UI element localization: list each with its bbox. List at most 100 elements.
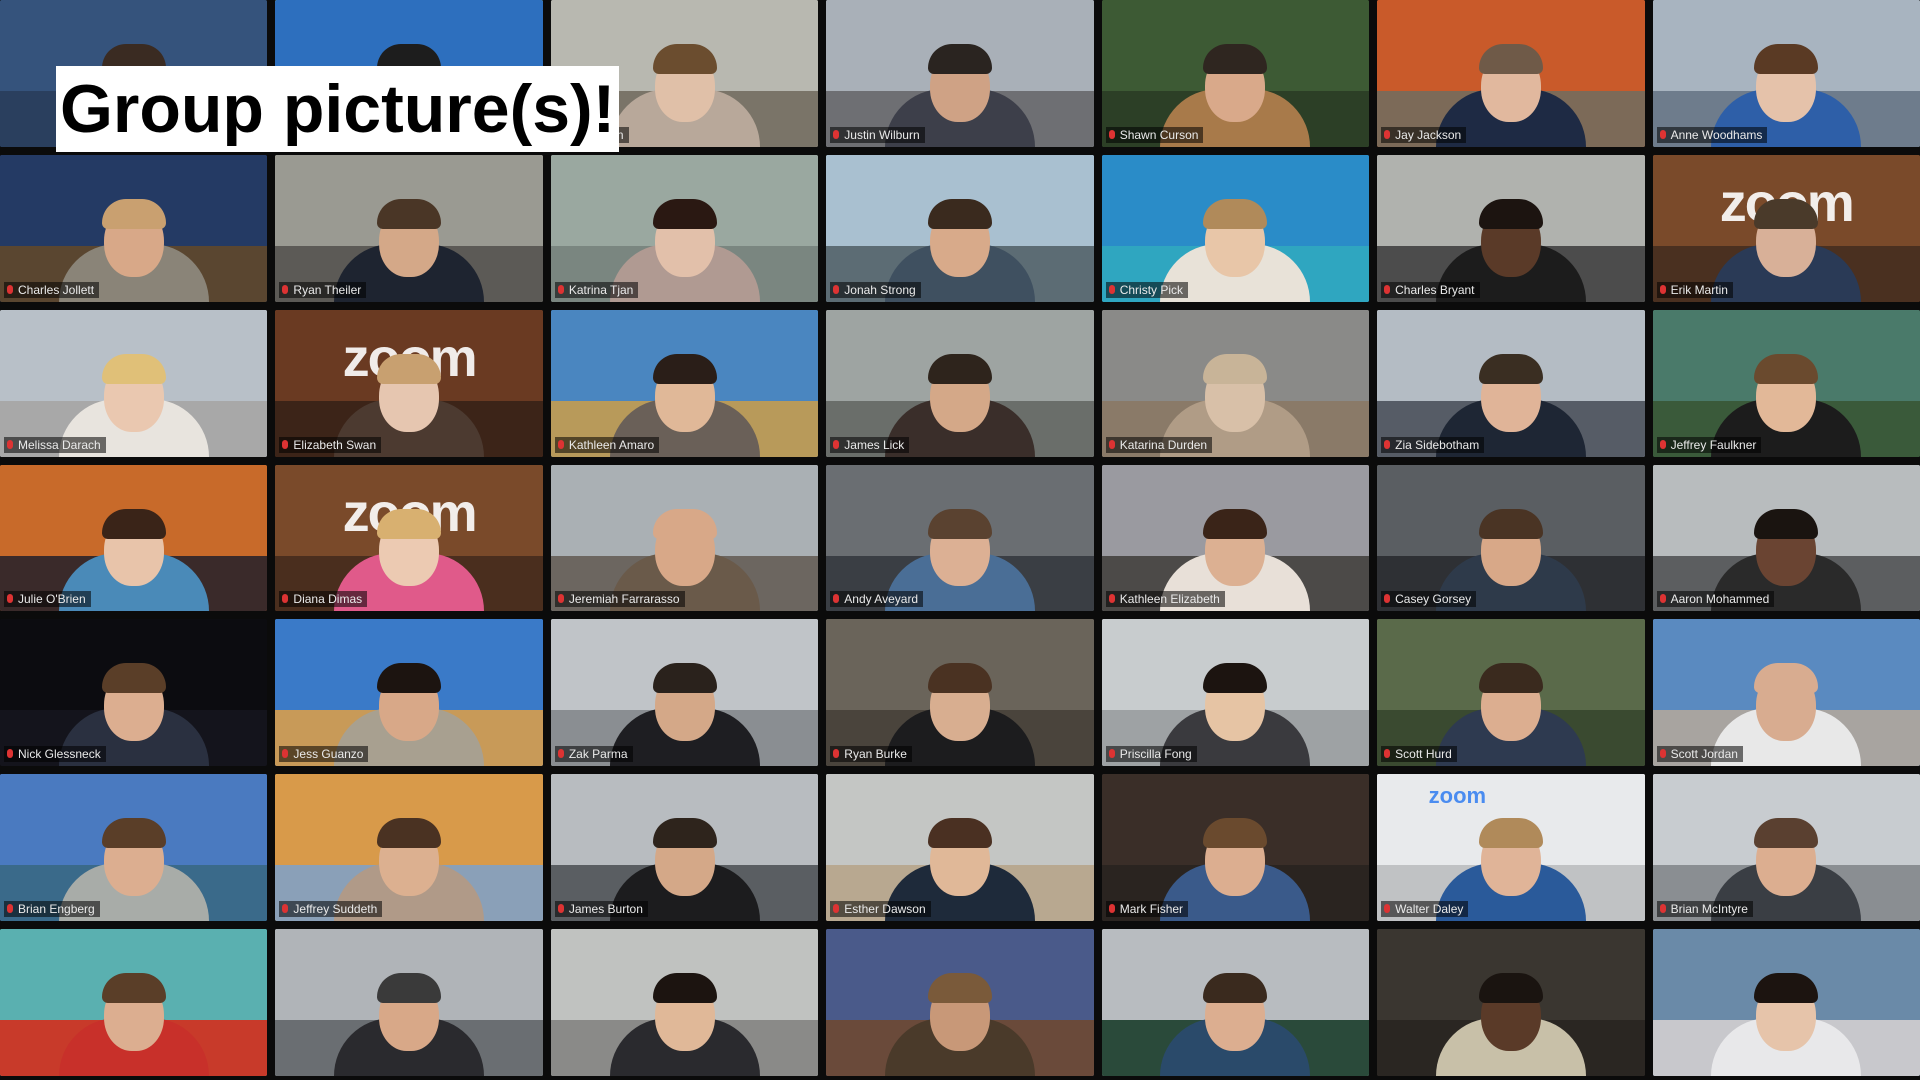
participant-video-tile[interactable]: Zak Parma [550, 619, 819, 767]
muted-mic-icon [833, 904, 840, 914]
participant-video-tile[interactable] [1377, 929, 1645, 1076]
muted-mic-icon [833, 594, 840, 604]
muted-mic-icon [557, 284, 564, 294]
participant-hair [1754, 198, 1819, 229]
participant-name-label: Jay Jackson [1381, 126, 1467, 143]
participant-video-tile[interactable]: Kathleen Elizabeth [1101, 464, 1370, 612]
participant-video-tile[interactable]: James Burton [550, 774, 819, 922]
participant-hair [377, 663, 442, 694]
participant-hair [652, 508, 717, 539]
participant-video-tile[interactable] [0, 929, 268, 1076]
participant-video-tile[interactable]: Ryan Theiler [275, 154, 543, 302]
participant-name-text: Kathleen Elizabeth [1119, 592, 1220, 607]
participant-video-tile[interactable]: Kathleen Amaro [550, 309, 819, 457]
muted-mic-icon [7, 749, 13, 759]
participant-hair [1754, 353, 1819, 384]
participant-video-tile[interactable]: Jay Jackson [1377, 0, 1645, 147]
muted-mic-icon [557, 594, 564, 604]
participant-name-text: Ryan Burke [844, 747, 907, 762]
muted-mic-icon [1108, 904, 1115, 914]
participant-name-label: James Burton [554, 901, 648, 918]
participant-video-tile[interactable]: Andy Aveyard [826, 464, 1094, 612]
participant-name-text: Brian Engberg [18, 902, 95, 917]
participant-video-tile[interactable]: Nick Glessneck [0, 619, 268, 767]
participant-hair [1478, 663, 1543, 694]
participant-hair [377, 198, 442, 229]
participant-hair [1478, 353, 1543, 384]
participant-video-tile[interactable]: Katrina Tjan [550, 154, 819, 302]
participant-video-tile[interactable]: Jess Guanzo [275, 619, 543, 767]
participant-video-tile[interactable]: Ryan Burke [826, 619, 1094, 767]
participant-video-tile[interactable]: Mark Fisher [1101, 774, 1370, 922]
participant-video-tile[interactable]: Zia Sidebotham [1377, 309, 1645, 457]
participant-name-text: Charles Bryant [1395, 282, 1475, 297]
participant-video-tile[interactable]: zoomDiana Dimas [275, 464, 543, 612]
participant-video-tile[interactable]: Katarina Durden [1101, 309, 1370, 457]
muted-mic-icon [7, 594, 13, 604]
participant-video-tile[interactable]: Scott Jordan [1652, 619, 1920, 767]
participant-hair [1478, 818, 1543, 849]
participant-hair [1203, 44, 1268, 75]
participant-name-text: Scott Jordan [1670, 747, 1738, 762]
muted-mic-icon [1108, 129, 1115, 139]
participant-video-tile[interactable]: Priscilla Fong [1101, 619, 1370, 767]
participant-video-tile[interactable]: Jeffrey Suddeth [275, 774, 543, 922]
participant-video-tile[interactable]: Jeremiah Farrarasso [550, 464, 819, 612]
participant-video-tile[interactable]: zoomErik Martin [1652, 154, 1920, 302]
participant-hair [927, 663, 992, 694]
participant-video-tile[interactable]: Shawn Curson [1101, 0, 1370, 147]
participant-name-label: Katrina Tjan [554, 281, 639, 298]
participant-hair [1203, 663, 1268, 694]
participant-name-text: Erik Martin [1670, 282, 1728, 297]
participant-name-label: Brian Engberg [4, 901, 100, 918]
participant-video-tile[interactable] [826, 929, 1094, 1076]
muted-mic-icon [833, 284, 840, 294]
participant-name-label: Andy Aveyard [830, 591, 924, 608]
participant-name-label: Justin Wilburn [830, 126, 925, 143]
participant-video-tile[interactable]: Anne Woodhams [1652, 0, 1920, 147]
participant-video-tile[interactable]: Esther Dawson [826, 774, 1094, 922]
participant-hair [927, 508, 992, 539]
participant-video-tile[interactable] [1101, 929, 1370, 1076]
participant-video-tile[interactable]: Jeffrey Faulkner [1652, 309, 1920, 457]
participant-video-tile[interactable]: James Lick [826, 309, 1094, 457]
participant-name-label: Ryan Burke [830, 746, 912, 763]
participant-hair [1478, 973, 1543, 1004]
muted-mic-icon [1384, 284, 1391, 294]
muted-mic-icon [282, 439, 289, 449]
participant-name-label: Shawn Curson [1105, 126, 1204, 143]
participant-video-tile[interactable]: Casey Gorsey [1377, 464, 1645, 612]
participant-video-tile[interactable]: Brian McIntyre [1652, 774, 1920, 922]
participant-video-tile[interactable] [275, 929, 543, 1076]
participant-hair [377, 973, 442, 1004]
participant-name-label: Casey Gorsey [1381, 591, 1477, 608]
participant-hair [652, 44, 717, 75]
participant-video-tile[interactable]: Scott Hurd [1377, 619, 1645, 767]
participant-name-label: Esther Dawson [830, 901, 931, 918]
participant-video-tile[interactable]: Julie O'Brien [0, 464, 268, 612]
muted-mic-icon [7, 439, 13, 449]
participant-video-tile[interactable]: Justin Wilburn [826, 0, 1094, 147]
participant-hair [1203, 198, 1268, 229]
participant-name-text: Nick Glessneck [18, 747, 101, 762]
participant-name-text: Katrina Tjan [568, 282, 634, 297]
participant-video-tile[interactable]: Charles Bryant [1377, 154, 1645, 302]
participant-video-tile[interactable]: Christy Pick [1101, 154, 1370, 302]
muted-mic-icon [7, 284, 13, 294]
participant-name-label: Brian McIntyre [1656, 901, 1753, 918]
participant-name-label: Jeremiah Farrarasso [554, 591, 685, 608]
participant-video-tile[interactable]: Aaron Mohammed [1652, 464, 1920, 612]
participant-video-tile[interactable] [1652, 929, 1920, 1076]
participant-video-tile[interactable]: Jonah Strong [826, 154, 1094, 302]
participant-video-tile[interactable] [550, 929, 819, 1076]
participant-video-tile[interactable]: zoom Walter Daley [1377, 774, 1645, 922]
participant-video-tile[interactable]: Melissa Darach [0, 309, 268, 457]
muted-mic-icon [282, 594, 289, 604]
participant-hair [377, 508, 442, 539]
participant-video-tile[interactable]: Charles Jollett [0, 154, 268, 302]
participant-name-label: Priscilla Fong [1105, 746, 1197, 763]
participant-name-label: Julie O'Brien [4, 591, 91, 608]
muted-mic-icon [1659, 749, 1666, 759]
participant-video-tile[interactable]: zoomElizabeth Swan [275, 309, 543, 457]
participant-video-tile[interactable]: Brian Engberg [0, 774, 268, 922]
